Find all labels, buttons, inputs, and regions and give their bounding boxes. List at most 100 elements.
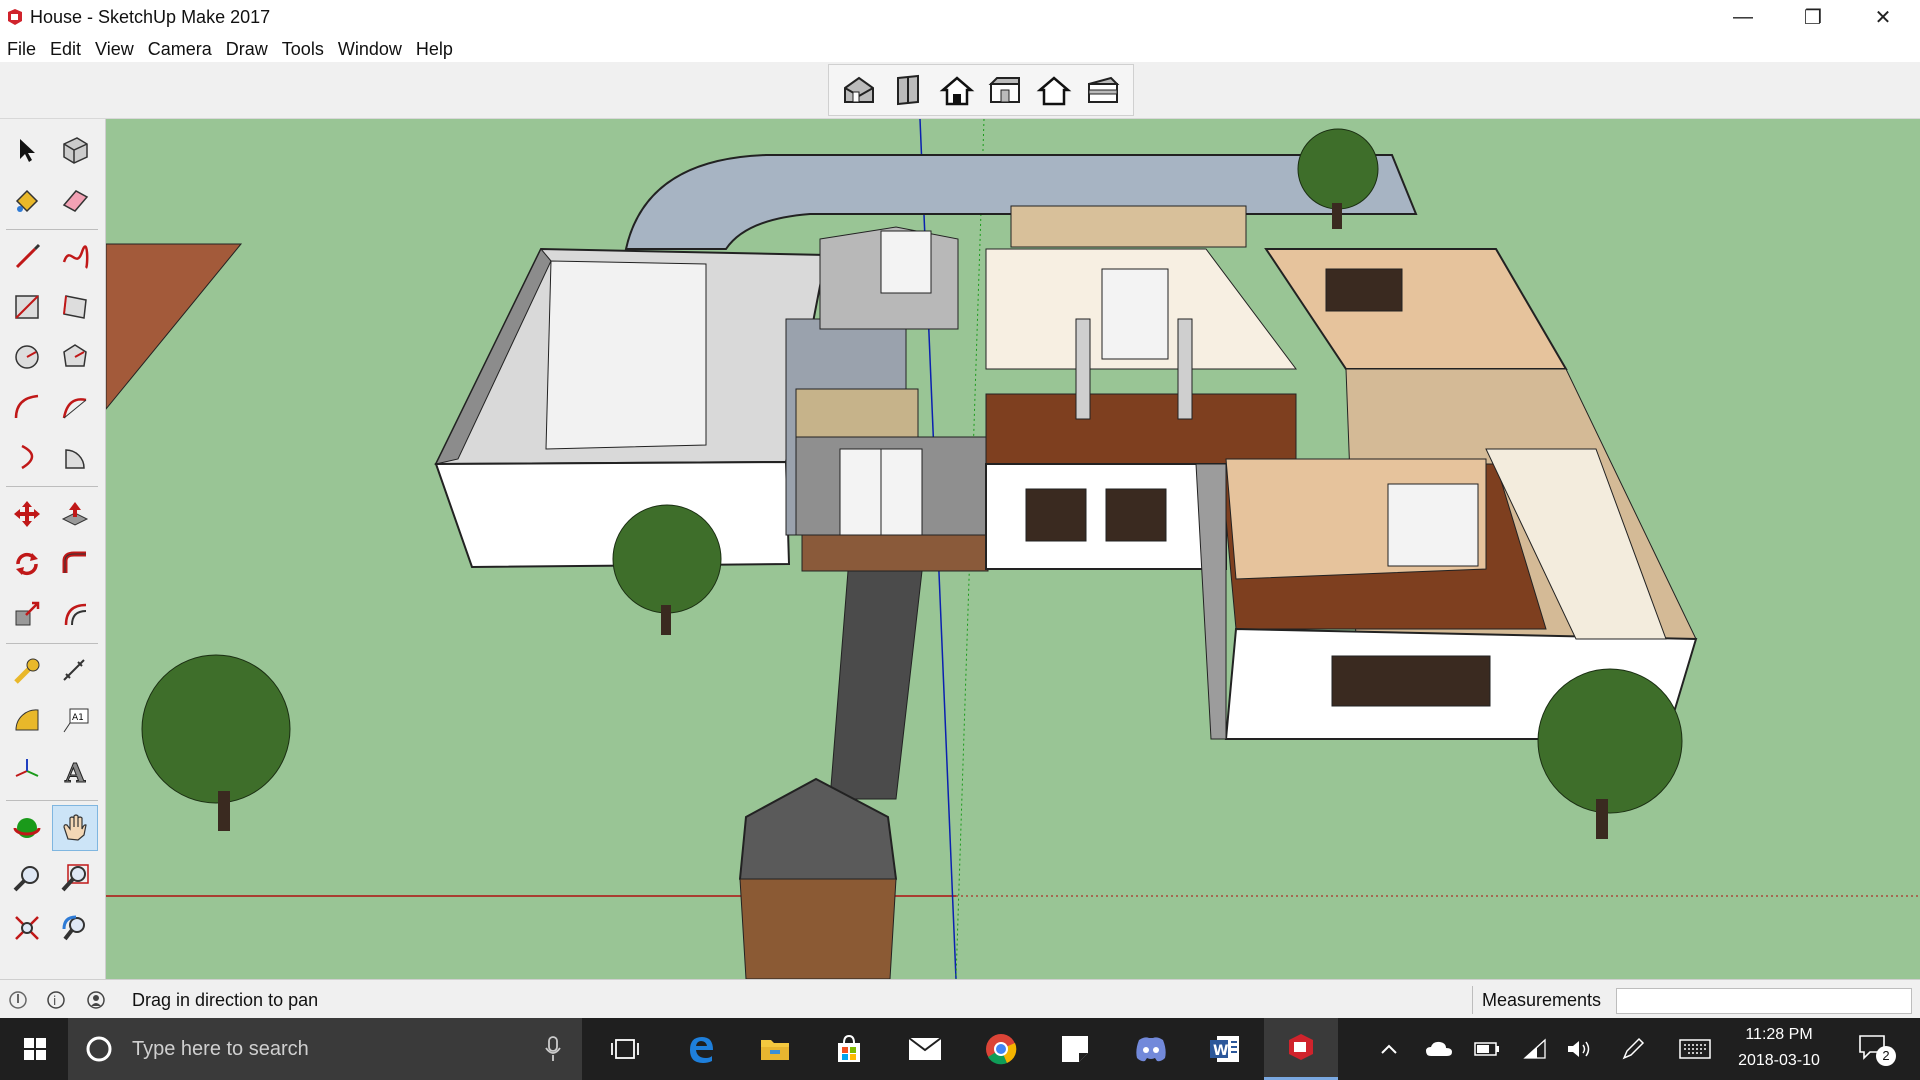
volume-icon[interactable]: [1558, 1028, 1600, 1070]
left-toolbar: A1 A: [0, 119, 106, 979]
model-viewport[interactable]: [106, 119, 1920, 979]
minimize-button[interactable]: —: [1708, 0, 1778, 34]
line-icon[interactable]: [6, 236, 48, 278]
title-bar: House - SketchUp Make 2017 — ❐ ✕: [0, 0, 1920, 34]
chrome-icon[interactable]: [980, 1028, 1022, 1070]
sketchup-taskbar-item[interactable]: [1264, 1018, 1338, 1080]
select-icon[interactable]: [6, 129, 48, 171]
menu-file[interactable]: File: [0, 34, 43, 62]
orbit-icon[interactable]: [6, 807, 48, 849]
back-wall: [1010, 205, 1247, 248]
living-floor: [985, 393, 1297, 465]
credits-icon[interactable]: i: [46, 990, 66, 1010]
arc-icon[interactable]: [6, 386, 48, 428]
menu-help[interactable]: Help: [409, 34, 460, 62]
chevron-up-icon[interactable]: [1368, 1028, 1410, 1070]
push-pull-icon[interactable]: [54, 493, 96, 535]
store-icon[interactable]: [828, 1028, 870, 1070]
zoom-icon[interactable]: [6, 857, 48, 899]
pie-icon[interactable]: [54, 436, 96, 478]
windows-taskbar: Type here to search W 11:28 PM 2018-03-1…: [0, 1018, 1920, 1080]
rotated-rectangle-icon[interactable]: [54, 286, 96, 328]
clock-time[interactable]: 11:28 PM: [1714, 1026, 1844, 1044]
house-3d-model: [106, 119, 1920, 979]
garage-wall: [434, 460, 791, 569]
zoom-extents-icon[interactable]: [6, 907, 48, 949]
left-view-icon[interactable]: [1083, 70, 1123, 110]
geo-location-icon[interactable]: [8, 990, 28, 1010]
3d-text-icon[interactable]: A: [54, 750, 96, 792]
dimension-icon[interactable]: [54, 650, 96, 692]
offset-icon[interactable]: [54, 593, 96, 635]
microphone-icon: [545, 1036, 561, 1061]
battery-icon[interactable]: [1466, 1028, 1508, 1070]
make-component-icon[interactable]: [54, 129, 96, 171]
svg-text:A: A: [64, 759, 86, 786]
protractor-icon[interactable]: [6, 700, 48, 742]
previous-view-icon[interactable]: [54, 907, 96, 949]
measurements-input[interactable]: [1616, 988, 1912, 1014]
sticky-notes-icon[interactable]: [1054, 1028, 1096, 1070]
iso-view-icon[interactable]: [839, 70, 879, 110]
right-view-icon[interactable]: [985, 70, 1025, 110]
eraser-icon[interactable]: [54, 179, 96, 221]
back-view-icon[interactable]: [1034, 70, 1074, 110]
paint-bucket-icon[interactable]: [6, 179, 48, 221]
measurements-label: Measurements: [1482, 990, 1602, 1010]
menu-draw[interactable]: Draw: [219, 34, 275, 62]
close-button[interactable]: ✕: [1848, 0, 1918, 34]
tree-right: [1537, 668, 1683, 839]
zoom-window-icon[interactable]: [54, 857, 96, 899]
three-point-arc-icon[interactable]: [6, 436, 48, 478]
follow-me-icon[interactable]: [54, 543, 96, 585]
user-icon[interactable]: [86, 990, 106, 1010]
search-placeholder: Type here to search: [132, 1038, 309, 1060]
sketchup-logo-icon: [8, 9, 22, 25]
menu-view[interactable]: View: [88, 34, 141, 62]
menu-window[interactable]: Window: [331, 34, 409, 62]
menu-camera[interactable]: Camera: [141, 34, 219, 62]
freehand-icon[interactable]: [54, 236, 96, 278]
word-icon[interactable]: W: [1204, 1028, 1246, 1070]
action-center-button[interactable]: 2: [1852, 1028, 1898, 1070]
window-title: House - SketchUp Make 2017: [30, 7, 271, 27]
text-icon[interactable]: A1: [54, 700, 96, 742]
tape-measure-icon[interactable]: [6, 650, 48, 692]
stone-path: [829, 570, 923, 800]
keyboard-icon[interactable]: [1674, 1028, 1716, 1070]
windows-logo-icon: [24, 1038, 46, 1060]
tree-far-left: [141, 654, 291, 831]
notification-count-badge: 2: [1876, 1046, 1896, 1066]
svg-text:i: i: [53, 994, 56, 1008]
file-explorer-icon[interactable]: [754, 1028, 796, 1070]
menu-edit[interactable]: Edit: [43, 34, 88, 62]
cortana-icon: [86, 1036, 112, 1062]
mail-icon[interactable]: [904, 1028, 946, 1070]
edge-icon[interactable]: [680, 1028, 722, 1070]
rotate-icon[interactable]: [6, 543, 48, 585]
pan-icon[interactable]: [52, 805, 98, 851]
restore-icon: ❐: [1804, 6, 1822, 29]
restore-button[interactable]: ❐: [1778, 0, 1848, 34]
start-button[interactable]: [14, 1028, 56, 1070]
scale-icon[interactable]: [6, 593, 48, 635]
pen-icon[interactable]: [1612, 1028, 1654, 1070]
neighbour-roof: [106, 243, 243, 410]
move-icon[interactable]: [6, 493, 48, 535]
right-room: [1264, 248, 1568, 370]
top-view-icon[interactable]: [888, 70, 928, 110]
views-toolbar: [828, 64, 1134, 116]
menu-tools[interactable]: Tools: [275, 34, 331, 62]
axes-icon[interactable]: [6, 750, 48, 792]
polygon-icon[interactable]: [54, 336, 96, 378]
discord-icon[interactable]: [1130, 1028, 1172, 1070]
onedrive-icon[interactable]: [1418, 1028, 1460, 1070]
front-view-icon[interactable]: [937, 70, 977, 110]
circle-icon[interactable]: [6, 336, 48, 378]
clock-date[interactable]: 2018-03-10: [1714, 1052, 1844, 1070]
wifi-icon[interactable]: [1514, 1028, 1556, 1070]
taskbar-search[interactable]: Type here to search: [68, 1018, 582, 1080]
rectangle-icon[interactable]: [6, 286, 48, 328]
task-view-icon[interactable]: [604, 1028, 646, 1070]
two-point-arc-icon[interactable]: [54, 386, 96, 428]
